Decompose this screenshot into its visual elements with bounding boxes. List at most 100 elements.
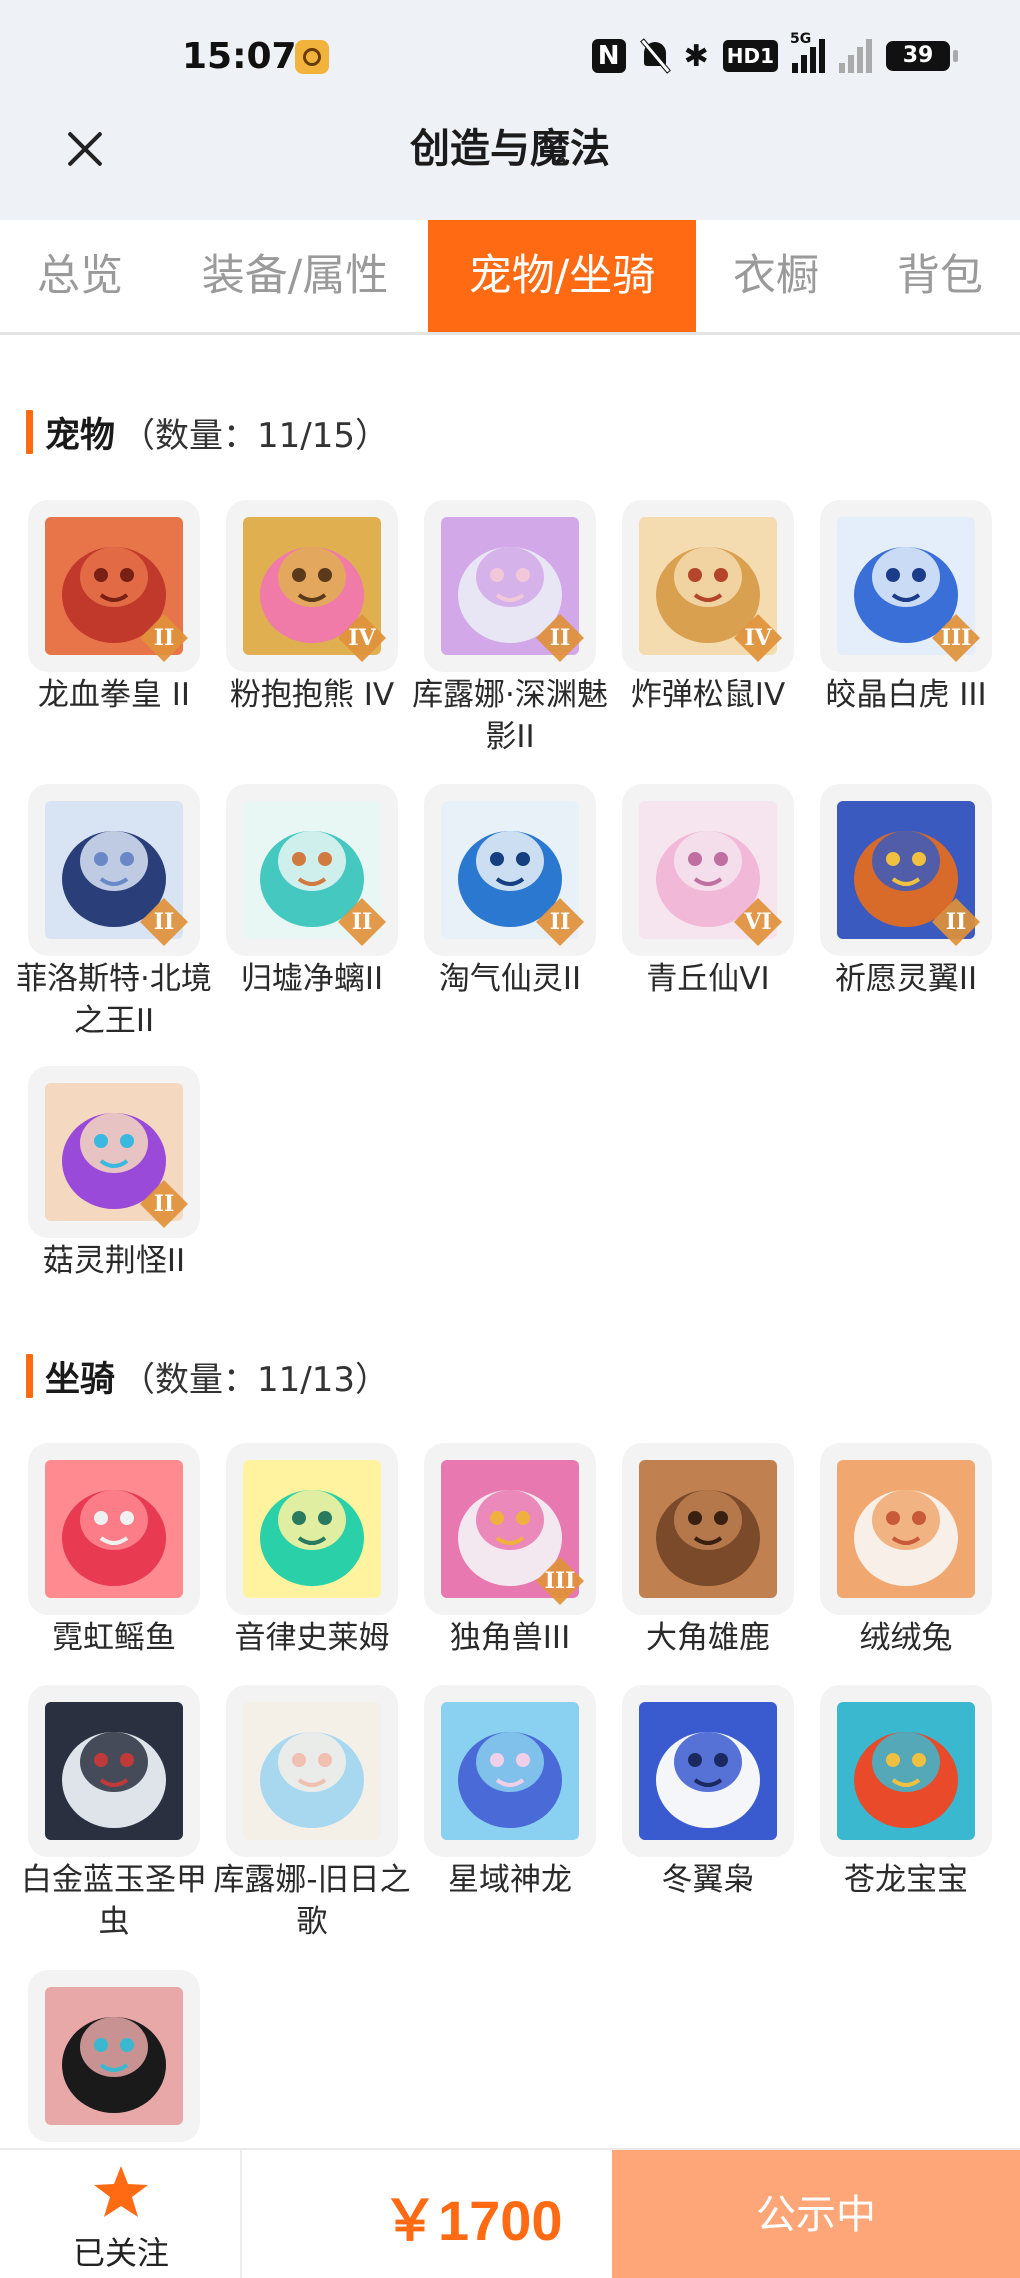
grade-badge: IV <box>732 612 784 664</box>
mounts-title: 坐骑 <box>45 1359 116 1400</box>
grade-badge: II <box>138 612 190 664</box>
star-icon <box>94 2166 148 2217</box>
mounts-item[interactable]: 冬翼枭 <box>622 1685 794 1901</box>
grade-label: II <box>153 1191 175 1217</box>
pets-thumbnail: II <box>28 1066 200 1238</box>
scarab-icon <box>45 1702 183 1840</box>
network-type: 5G <box>790 31 812 47</box>
mounts-thumbnail <box>28 1970 200 2142</box>
pets-thumbnail: IV <box>622 500 794 672</box>
mounts-thumbnail <box>28 1685 200 1857</box>
pets-item[interactable]: VI 青丘仙VI <box>622 784 794 1000</box>
mounts-item[interactable]: 音律史莱姆 <box>226 1443 398 1659</box>
status-time: 15:07 <box>182 36 297 77</box>
tab-equipment[interactable]: 装备/属性 <box>190 220 400 332</box>
grade-label: IV <box>744 625 772 651</box>
pets-item[interactable]: II 归墟净螭II <box>226 784 398 1000</box>
pets-item[interactable]: II 库露娜·深渊魅影II <box>412 500 608 758</box>
mounts-item[interactable]: III 独角兽III <box>424 1443 596 1659</box>
mounts-thumbnail <box>28 1443 200 1615</box>
section-marker <box>26 410 33 454</box>
mounts-name: 霓虹鳐鱼 <box>52 1620 176 1656</box>
pets-count: （数量：11/15） <box>121 415 389 456</box>
signal-weak-icon <box>839 39 872 73</box>
mounts-name: 白金蓝玉圣甲虫 <box>21 1862 207 1940</box>
status-icons: N ✱ HD1 5G 39 <box>591 31 958 76</box>
pets-item[interactable]: IV 炸弹松鼠IV <box>622 500 794 716</box>
mounts-item[interactable]: 白金蓝玉圣甲虫 <box>21 1685 207 1943</box>
mounts-name: 冬翼枭 <box>661 1862 755 1898</box>
pets-item[interactable]: II 菲洛斯特·北境之王II <box>16 784 212 1042</box>
pets-item[interactable]: III 皎晶白虎 III <box>820 500 992 716</box>
pets-item[interactable]: IV 粉抱抱熊 IV <box>226 500 398 716</box>
pets-name: 青丘仙VI <box>646 961 770 997</box>
mounts-count: （数量：11/13） <box>121 1359 389 1400</box>
tab-bar: 总览 装备/属性 宠物/坐骑 衣橱 背包 <box>0 220 1020 335</box>
grade-label: II <box>945 909 967 935</box>
mounts-item[interactable]: 星域神龙 <box>424 1685 596 1901</box>
mounts-item[interactable]: 大角雄鹿 <box>622 1443 794 1659</box>
star-dragon-icon <box>441 1702 579 1840</box>
mounts-thumbnail <box>622 1685 794 1857</box>
mounts-name: 星域神龙 <box>448 1862 572 1898</box>
grade-label: III <box>544 1568 576 1594</box>
grade-label: II <box>351 909 373 935</box>
baby-dragon-icon <box>837 1702 975 1840</box>
mounts-name: 苍龙宝宝 <box>844 1862 968 1898</box>
mounts-item[interactable]: 库露娜-旧日之歌 <box>213 1685 411 1943</box>
mounts-thumbnail <box>820 1685 992 1857</box>
grade-badge: III <box>930 612 982 664</box>
bottom-bar: 已关注 ￥1700 公示中 <box>0 2148 1020 2278</box>
publicity-status-button[interactable]: 公示中 <box>612 2150 1020 2278</box>
tab-pets-mounts[interactable]: 宠物/坐骑 <box>428 220 696 332</box>
slime-icon <box>243 1460 381 1598</box>
mounts-thumbnail <box>424 1685 596 1857</box>
pets-name: 菲洛斯特·北境之王II <box>16 961 212 1039</box>
price: ￥1700 <box>382 2189 563 2252</box>
pets-name: 库露娜·深渊魅影II <box>412 677 608 755</box>
pets-item[interactable]: II 淘气仙灵II <box>424 784 596 1000</box>
pets-item[interactable]: II 祈愿灵翼II <box>820 784 992 1000</box>
mounts-item[interactable]: 苍龙宝宝 <box>820 1685 992 1901</box>
grade-badge: II <box>138 1178 190 1230</box>
grade-label: II <box>153 909 175 935</box>
grade-badge: II <box>138 896 190 948</box>
tab-overview[interactable]: 总览 <box>28 220 132 332</box>
pets-item[interactable]: II 龙血拳皇 II <box>28 500 200 716</box>
grade-badge: II <box>534 612 586 664</box>
pets-section-title: 宠物 （数量：11/15） <box>26 408 389 456</box>
grade-label: II <box>153 625 175 651</box>
mounts-name: 绒绒兔 <box>859 1620 953 1656</box>
grade-label: II <box>549 625 571 651</box>
tab-backpack[interactable]: 背包 <box>888 220 992 332</box>
sheep-girl-icon <box>243 1702 381 1840</box>
mounts-item[interactable] <box>28 1970 200 2144</box>
top-area: 15:07 N ✱ HD1 5G 39 创造与魔法 <box>0 0 1020 220</box>
mounts-item[interactable]: 绒绒兔 <box>820 1443 992 1659</box>
grade-badge: II <box>930 896 982 948</box>
grade-label: III <box>940 625 972 651</box>
pets-thumbnail: II <box>28 500 200 672</box>
mounts-name: 独角兽III <box>449 1620 571 1656</box>
nfc-icon: N <box>591 39 626 73</box>
grade-label: IV <box>348 625 376 651</box>
pets-name: 淘气仙灵II <box>438 961 582 997</box>
pets-name: 皎晶白虎 III <box>825 677 987 713</box>
tab-wardrobe[interactable]: 衣橱 <box>724 220 828 332</box>
pets-item[interactable]: II 菇灵荆怪II <box>28 1066 200 1282</box>
fluffy-rabbit-icon <box>837 1460 975 1598</box>
mounts-thumbnail <box>226 1443 398 1615</box>
page-title: 创造与魔法 <box>410 126 610 172</box>
bluetooth-icon: ✱ <box>683 38 709 74</box>
mounts-thumbnail <box>226 1685 398 1857</box>
battery-icon: 39 <box>886 41 958 71</box>
grade-label: II <box>549 909 571 935</box>
mounts-item[interactable]: 霓虹鳐鱼 <box>28 1443 200 1659</box>
pets-thumbnail: II <box>226 784 398 956</box>
pets-name: 菇灵荆怪II <box>42 1243 186 1279</box>
grade-label: VI <box>744 909 772 935</box>
follow-button[interactable]: 已关注 <box>0 2150 242 2278</box>
neon-ray-icon <box>45 1460 183 1598</box>
mounts-section-title: 坐骑 （数量：11/13） <box>26 1352 389 1400</box>
snow-owl-icon <box>639 1702 777 1840</box>
